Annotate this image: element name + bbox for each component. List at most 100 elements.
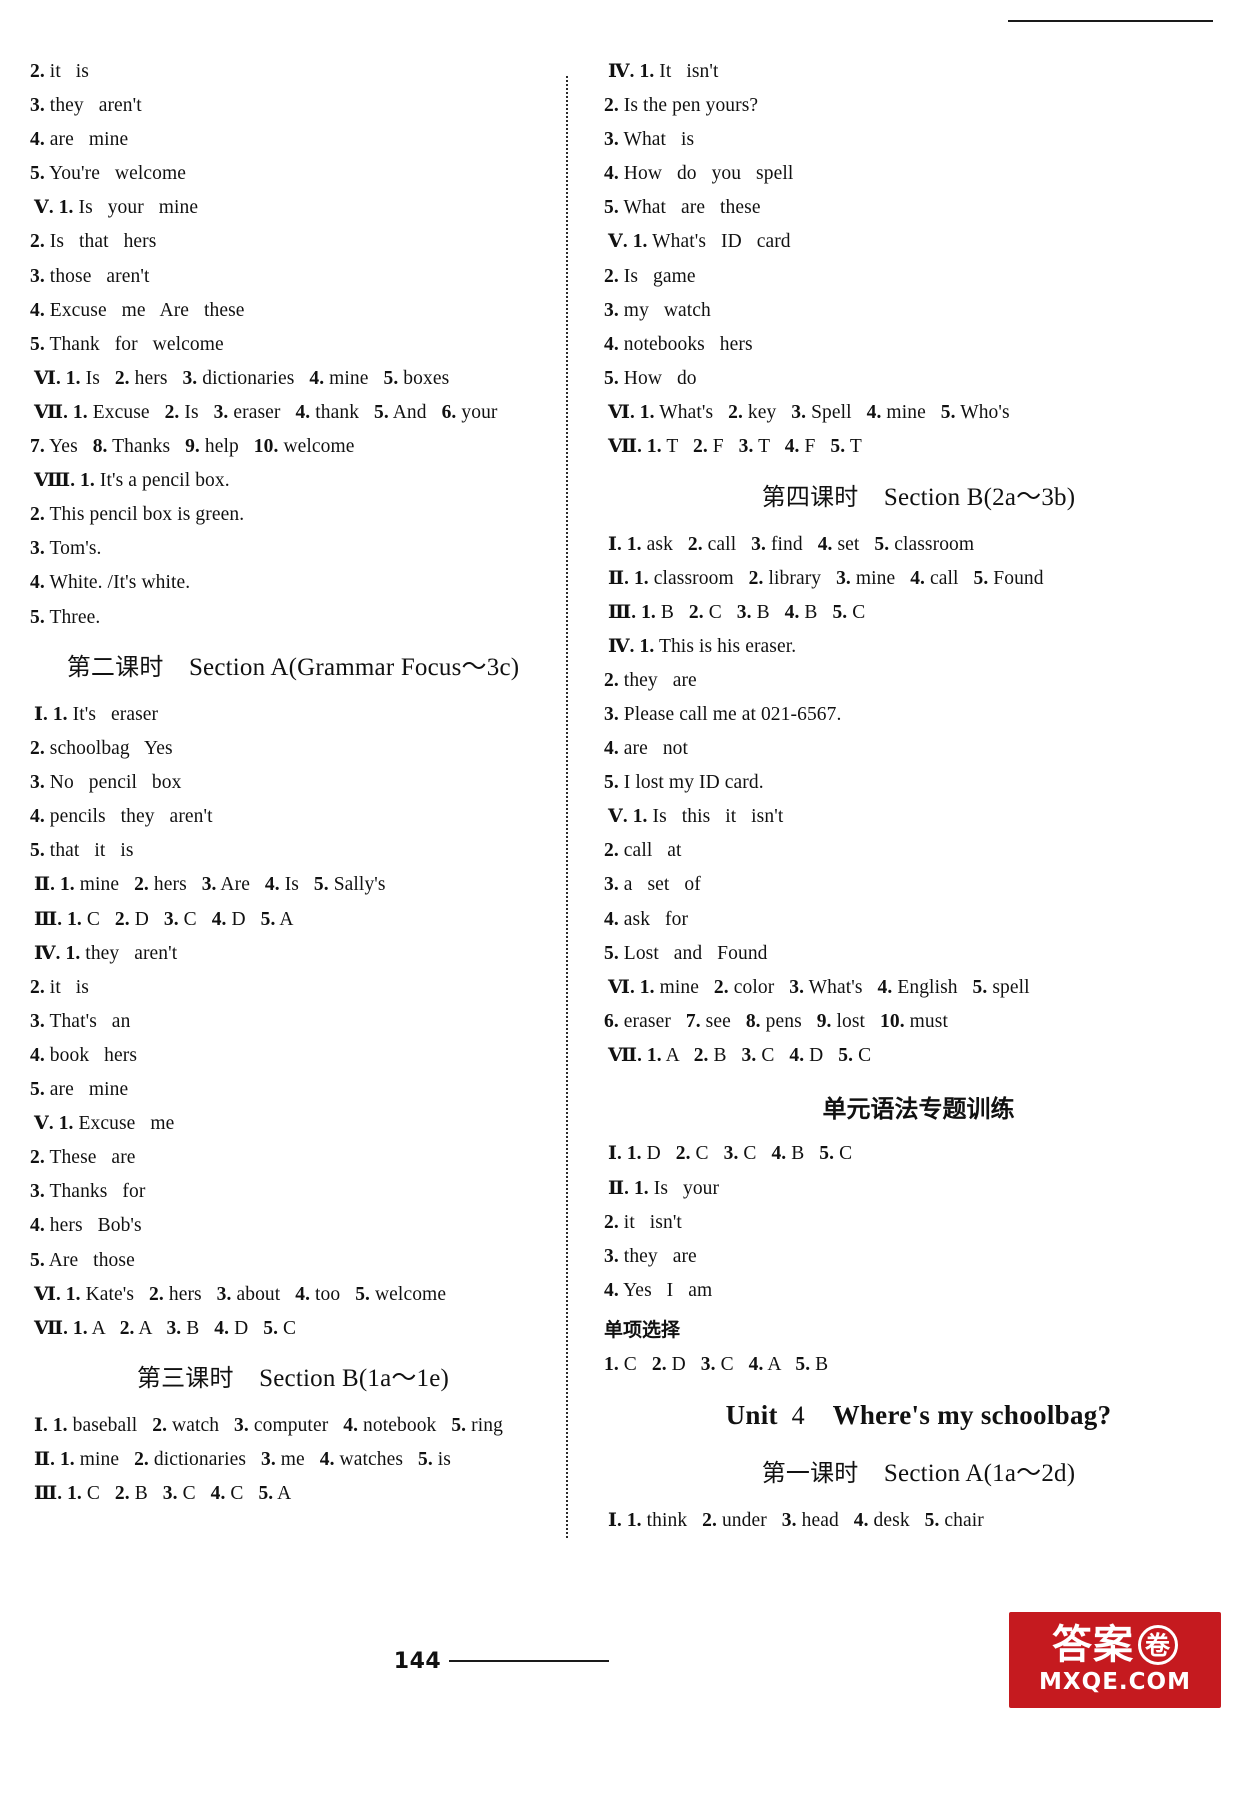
section-heading-en: Section A(Grammar Focus～3c): [188, 654, 520, 681]
left-column: 2. it is 3. they aren't 4. are mine 5. You'…: [0, 62, 566, 1552]
answer-line: Ⅴ. 1. Is your mine: [34, 197, 199, 219]
answer-line: 3. a set of: [604, 874, 701, 896]
answer-line: 3. Tom's.: [30, 538, 102, 560]
watermark-cn-text: 答案: [1052, 1622, 1134, 1668]
answer-line: Ⅵ. 1. Kate's 2. hers 3. about 4. too 5. …: [34, 1283, 447, 1305]
answer-line: 4. hers Bob's: [30, 1215, 142, 1237]
answer-line: 5. are mine: [30, 1079, 129, 1101]
answer-line: 2. schoolbag Yes: [30, 738, 173, 760]
answer-line: 4. How do you spell: [604, 163, 794, 185]
answer-line: Ⅰ. 1. ask 2. call 3. find 4. set 5. clas…: [608, 533, 975, 555]
page-number: 144: [393, 1649, 610, 1674]
answer-line: Ⅶ. 1. Excuse 2. Is 3. eraser 4. thank 5.…: [34, 401, 498, 423]
answer-line: 5. I lost my ID card.: [604, 772, 764, 794]
answer-line: Ⅶ. 1. A 2. B 3. C 4. D 5. C: [608, 1044, 872, 1066]
grammar-training-heading: 单元语法专题训练: [822, 1095, 1015, 1124]
answer-line: 5. Are those: [30, 1249, 135, 1271]
answer-line: 2. call at: [604, 840, 682, 862]
right-column: Ⅳ. 1. It isn't 2. Is the pen yours? 3. Wha…: [568, 62, 1243, 1552]
unit-label: Unit: [725, 1400, 778, 1431]
section-heading: 第四课时 Section B(2a～3b): [604, 477, 1233, 513]
answer-line: 7. Yes 8. Thanks 9. help 10. welcome: [30, 436, 355, 458]
section-heading-cn: 第二课时: [66, 653, 164, 681]
answer-line: Ⅰ. 1. think 2. under 3. head 4. desk 5. …: [608, 1510, 984, 1532]
answer-line: 3. That's an: [30, 1010, 131, 1032]
answer-line: 5. Thank for welcome: [30, 333, 224, 355]
watermark-circle-badge: 卷: [1138, 1625, 1178, 1665]
answer-line: 3. What is: [604, 129, 695, 151]
answer-line: Ⅲ. 1. B 2. C 3. B 4. B 5. C: [608, 601, 866, 623]
answer-line: 3. Please call me at 021-6567.: [604, 704, 842, 725]
section-heading-en: Section A(1a～2d): [883, 1460, 1076, 1488]
answer-line: Ⅴ. 1. Excuse me: [34, 1113, 175, 1135]
unit-heading: Unit 4 Where's my schoolbag?: [604, 1400, 1233, 1431]
answer-line: 4. are not: [604, 738, 689, 760]
answer-line: 5. that it is: [30, 840, 134, 862]
answer-line: 4. Yes I am: [604, 1279, 713, 1301]
answer-line: 4. notebooks hers: [604, 333, 753, 355]
answer-line: 4. book hers: [30, 1044, 138, 1066]
answer-line: Ⅱ. 1. classroom 2. library 3. mine 4. ca…: [608, 567, 1044, 589]
answer-line: 3. they are: [604, 1245, 697, 1267]
answer-line: Ⅱ. 1. mine 2. hers 3. Are 4. Is 5. Sally…: [34, 874, 386, 896]
answer-line: Ⅲ. 1. C 2. B 3. C 4. C 5. A: [34, 1483, 292, 1505]
answer-line: 5. What are these: [604, 197, 761, 219]
answer-line: Ⅶ. 1. A 2. A 3. B 4. D 5. C: [34, 1317, 297, 1339]
answer-line: Ⅰ. 1. baseball 2. watch 3. computer 4. n…: [34, 1415, 503, 1437]
answer-line: 4. are mine: [30, 129, 129, 151]
answer-line: Ⅳ. 1. they aren't: [34, 942, 178, 964]
answer-line: 5. Lost and Found: [604, 942, 768, 964]
answer-line: 5. Three.: [30, 606, 101, 628]
answer-line: Ⅷ. 1. It's a pencil box.: [34, 470, 230, 492]
answer-line: 2. it is: [30, 61, 89, 82]
answer-line: 2. Is that hers: [30, 231, 157, 253]
header-rule: [1008, 20, 1213, 22]
section-heading-cn: 第四课时: [761, 482, 859, 511]
answer-line: 2. This pencil box is green.: [30, 504, 245, 526]
answer-line: 2. it isn't: [604, 1211, 682, 1233]
answer-line: Ⅳ. 1. It isn't: [608, 61, 719, 82]
answer-line: Ⅵ. 1. What's 2. key 3. Spell 4. mine 5. …: [608, 401, 1010, 423]
answer-line: 3. those aren't: [30, 265, 150, 287]
answer-line: 1. C 2. D 3. C 4. A 5. B: [604, 1353, 829, 1375]
answer-line: Ⅲ. 1. C 2. D 3. C 4. D 5. A: [34, 908, 294, 930]
answer-line: Ⅵ. 1. Is 2. hers 3. dictionaries 4. mine…: [34, 367, 450, 389]
answer-line: 2. Is the pen yours?: [604, 95, 759, 117]
answer-line: 2. These are: [30, 1147, 136, 1169]
multiple-choice-subheading: 单项选择: [604, 1318, 681, 1341]
answer-line: Ⅵ. 1. mine 2. color 3. What's 4. English…: [608, 976, 1030, 998]
answer-line: Ⅱ. 1. Is your: [608, 1177, 720, 1199]
answer-line: 2. they are: [604, 669, 697, 691]
answer-key-page: 2. it is 3. they aren't 4. are mine 5. You'…: [0, 62, 1243, 1722]
answer-line: 3. Thanks for: [30, 1181, 146, 1203]
answer-line: 4. White. /It's white.: [30, 572, 191, 594]
answer-line: Ⅶ. 1. T 2. F 3. T 4. F 5. T: [608, 436, 862, 458]
section-heading-en: Section B(2a～3b): [883, 483, 1076, 511]
answer-line: Ⅴ. 1. What's ID card: [608, 231, 791, 253]
answer-line: 5. How do: [604, 367, 697, 389]
answer-line: Ⅰ. 1. It's eraser: [34, 704, 159, 725]
section-heading-cn: 第三课时: [136, 1364, 234, 1393]
answer-line: Ⅴ. 1. Is this it isn't: [608, 806, 784, 828]
section-heading: 第三课时 Section B(1a～1e): [30, 1358, 556, 1394]
section-heading-en: Section B(1a～1e): [259, 1365, 450, 1393]
answer-line: Ⅰ. 1. D 2. C 3. C 4. B 5. C: [608, 1143, 853, 1165]
answer-line: 5. You're welcome: [30, 163, 186, 185]
watermark-chinese-logo: 答案 卷: [1052, 1625, 1178, 1665]
answer-line: 3. they aren't: [30, 95, 142, 117]
answer-line: 2. Is game: [604, 265, 696, 287]
watermark-url: MXQE.COM: [1039, 1669, 1191, 1695]
publisher-watermark: 答案 卷 MXQE.COM: [1009, 1612, 1221, 1708]
unit-number: 4: [791, 1401, 805, 1431]
folio-rule: [449, 1660, 610, 1662]
unit-title: Where's my schoolbag?: [832, 1400, 1112, 1431]
answer-line: 4. pencils they aren't: [30, 806, 213, 828]
answer-line: Ⅱ. 1. mine 2. dictionaries 3. me 4. watc…: [34, 1449, 451, 1471]
section-heading-cn: 第一课时: [761, 1459, 859, 1488]
answer-line: 4. ask for: [604, 908, 689, 930]
answer-line: 4. Excuse me Are these: [30, 299, 245, 321]
page-number-value: 144: [393, 1649, 442, 1674]
answer-line: 6. eraser 7. see 8. pens 9. lost 10. mus…: [604, 1010, 948, 1032]
section-heading: 第一课时 Section A(1a～2d): [604, 1453, 1233, 1489]
section-heading: 第二课时 Section A(Grammar Focus～3c): [30, 647, 556, 683]
